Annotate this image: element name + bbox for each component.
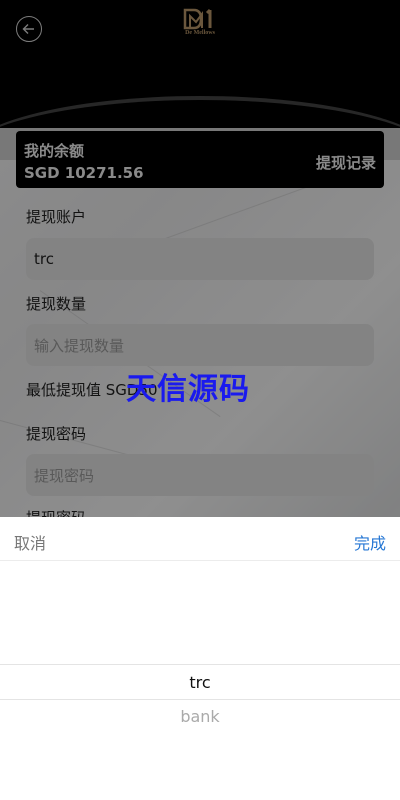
picker-option-bank[interactable]: bank: [0, 707, 400, 726]
picker-toolbar: 取消 完成: [0, 517, 400, 561]
picker-option-trc[interactable]: trc: [0, 673, 400, 692]
picker-cancel-button[interactable]: 取消: [14, 530, 46, 554]
watermark-text: 天信源码: [126, 372, 250, 407]
modal-overlay[interactable]: [0, 0, 400, 517]
picker-done-button[interactable]: 完成: [354, 530, 386, 554]
account-picker: 取消 完成 trc bank: [0, 517, 400, 800]
